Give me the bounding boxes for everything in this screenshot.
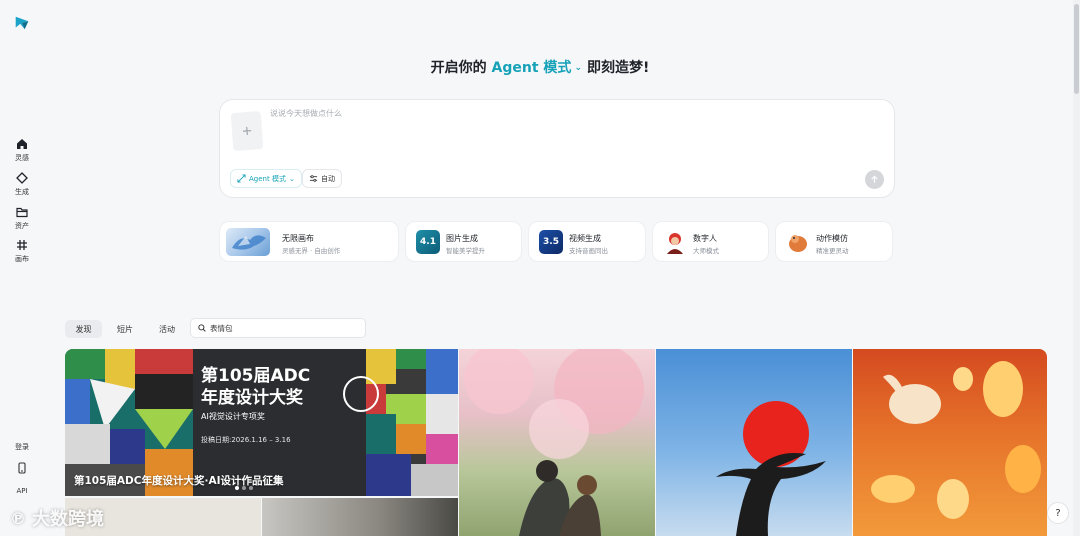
- gallery-item-monkey[interactable]: [262, 498, 458, 536]
- prompt-input[interactable]: [270, 109, 830, 118]
- digital-human-thumbnail: [663, 230, 687, 254]
- adc-award-banner[interactable]: 第105届ADC 年度设计大奖 AI视觉设计专项奖 投稿日期:2026.1.16…: [65, 349, 458, 496]
- chevron-down-icon: ⌄: [288, 174, 295, 183]
- feature-subtitle: 灵感无界 · 自由创作: [282, 247, 341, 255]
- carousel-dots[interactable]: [235, 486, 253, 490]
- watermark: ℗ 大数跨境: [10, 505, 104, 531]
- feature-title: 无限画布: [282, 234, 314, 243]
- watermark-text: 大数跨境: [32, 509, 104, 530]
- pixel-mosaic-art: [366, 349, 458, 496]
- gallery-search[interactable]: [190, 318, 366, 338]
- title-prefix: 开启你的: [430, 60, 487, 76]
- banner-title-line1: 第105届ADC: [201, 366, 311, 386]
- motion-imitation-thumbnail: [786, 230, 810, 254]
- send-button[interactable]: [865, 170, 884, 189]
- login-link[interactable]: 登录: [0, 442, 44, 452]
- sidebar-item-canvas[interactable]: 画布: [0, 239, 44, 264]
- agent-sparkle-icon: [237, 174, 246, 183]
- banner-title-line2: 年度设计大奖: [201, 388, 303, 408]
- upload-reference-button[interactable]: +: [230, 110, 264, 152]
- plus-icon: +: [241, 123, 253, 139]
- tab-discover[interactable]: 发现: [65, 320, 102, 338]
- mode-label: Agent 模式: [491, 60, 572, 76]
- sidebar-item-label: 灵感: [15, 154, 29, 162]
- search-input[interactable]: [210, 323, 360, 333]
- search-icon: [198, 324, 206, 332]
- sidebar-item-generate[interactable]: 生成: [0, 172, 44, 197]
- sidebar-item-inspiration[interactable]: 灵感: [0, 138, 44, 163]
- feature-subtitle: 支持音画同出: [569, 247, 608, 255]
- scrollbar-thumb[interactable]: [1074, 4, 1079, 94]
- mode-selector[interactable]: Agent 模式 ⌄: [492, 60, 583, 76]
- gallery-item-red-sun[interactable]: [656, 349, 852, 536]
- prompt-composer: + Agent 模式 ⌄ 自动: [219, 99, 895, 198]
- feature-subtitle: 精准更灵动: [816, 247, 849, 255]
- feature-subtitle: 智能美学提升: [446, 247, 485, 255]
- banner-subtitle: AI视觉设计专项奖: [201, 412, 265, 421]
- auto-settings-chip[interactable]: 自动: [302, 169, 342, 188]
- tab-shorts[interactable]: 短片: [108, 320, 142, 338]
- tab-events[interactable]: 活动: [150, 320, 184, 338]
- agent-mode-chip[interactable]: Agent 模式 ⌄: [230, 169, 302, 188]
- diamond-icon: [16, 172, 28, 184]
- feature-infinite-canvas[interactable]: 无限画布 灵感无界 · 自由创作: [219, 221, 399, 262]
- feature-title: 数字人: [693, 234, 717, 243]
- feature-image-generation[interactable]: 4.1 图片生成 智能美学提升: [405, 221, 522, 262]
- help-button[interactable]: ?: [1047, 502, 1069, 524]
- app-logo-icon[interactable]: [13, 14, 31, 32]
- api-link[interactable]: API: [0, 487, 44, 495]
- banner-date: 投稿日期:2026.1.16 – 3.16: [201, 436, 291, 444]
- cherry-blossom-artwork: [464, 349, 644, 536]
- gallery-item-lanterns[interactable]: [853, 349, 1047, 536]
- feature-digital-human[interactable]: 数字人 大师模式: [652, 221, 769, 262]
- video-generation-thumbnail: 3.5: [539, 230, 563, 254]
- feature-motion-imitation[interactable]: 动作模仿 精准更灵动: [775, 221, 893, 262]
- watermark-logo-icon: ℗: [10, 508, 26, 528]
- sidebar: 灵感 生成 资产 画布 登录 API: [0, 0, 44, 536]
- page-scrollbar[interactable]: [1073, 0, 1080, 536]
- image-generation-thumbnail: 4.1: [416, 230, 440, 254]
- feature-subtitle: 大师模式: [693, 247, 719, 255]
- version-badge: 3.5: [543, 237, 559, 247]
- sidebar-item-label: 画布: [15, 255, 29, 263]
- chevron-down-icon: ⌄: [571, 63, 583, 73]
- page-title: 开启你的 Agent 模式 ⌄ 即刻造梦!: [0, 57, 1080, 77]
- title-suffix: 即刻造梦!: [586, 60, 650, 76]
- mobile-icon[interactable]: [16, 462, 28, 474]
- banner-title: 第105届ADC 年度设计大奖: [201, 365, 351, 409]
- gallery-item-cherry-blossom[interactable]: [459, 349, 655, 536]
- question-icon: ?: [1055, 507, 1061, 519]
- feature-video-generation[interactable]: 3.5 视频生成 支持音画同出: [528, 221, 646, 262]
- sidebar-item-label: 资产: [15, 222, 29, 230]
- arrow-up-icon: [871, 175, 878, 183]
- folder-icon: [16, 207, 28, 218]
- lantern-festival-artwork: [871, 361, 1041, 519]
- canvas-icon: [17, 240, 27, 250]
- sliders-icon: [309, 175, 318, 182]
- auto-chip-label: 自动: [321, 174, 335, 183]
- sidebar-item-label: 生成: [15, 188, 29, 196]
- feature-title: 图片生成: [446, 234, 478, 243]
- sidebar-item-assets[interactable]: 资产: [0, 206, 44, 231]
- version-badge: 4.1: [420, 237, 436, 247]
- red-sun-artwork: [716, 401, 826, 536]
- feature-title: 视频生成: [569, 234, 601, 243]
- home-icon: [17, 139, 27, 149]
- infinite-canvas-thumbnail: [226, 228, 270, 256]
- adc-logo-icon: [343, 376, 379, 412]
- agent-chip-label: Agent 模式: [249, 174, 286, 183]
- feature-title: 动作模仿: [816, 234, 848, 243]
